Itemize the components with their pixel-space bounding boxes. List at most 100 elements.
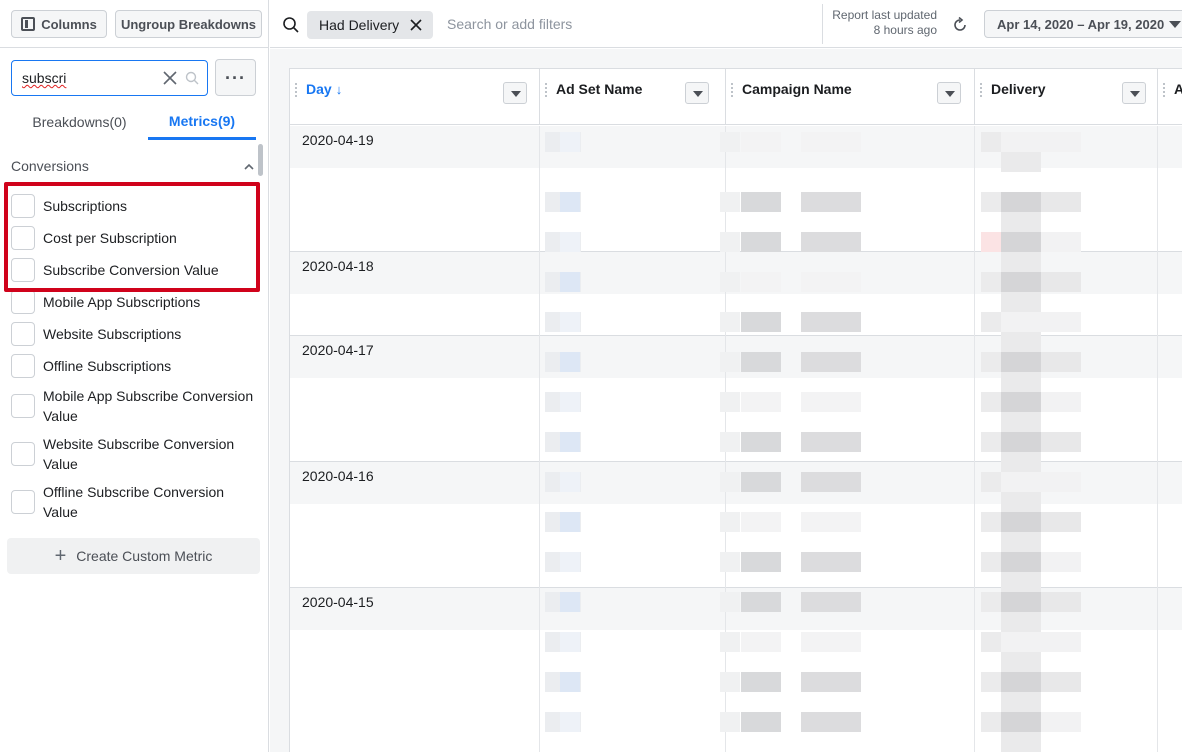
- search-icon: [185, 71, 199, 85]
- filter-search-input[interactable]: Search or add filters: [447, 16, 572, 32]
- blurred-block: [981, 432, 1001, 452]
- metric-item[interactable]: Website Subscribe Conversion Value: [11, 434, 256, 474]
- metric-item[interactable]: Subscriptions: [11, 194, 256, 218]
- metric-checkbox[interactable]: [11, 394, 35, 418]
- blurred-block: [741, 352, 781, 372]
- metric-checkbox[interactable]: [11, 322, 35, 346]
- blurred-block: [981, 192, 1001, 212]
- tab-breakdowns[interactable]: Breakdowns(0): [11, 104, 148, 140]
- blurred-block: [1001, 452, 1041, 472]
- drag-handle[interactable]: [1163, 83, 1165, 97]
- column-header-next[interactable]: A: [1158, 69, 1182, 125]
- blurred-block: [801, 232, 861, 252]
- metric-item[interactable]: Subscribe Conversion Value: [11, 258, 256, 282]
- column-header-ad-set-name[interactable]: Ad Set Name: [540, 69, 726, 125]
- metric-item[interactable]: Mobile App Subscriptions: [11, 290, 256, 314]
- blurred-block: [741, 132, 781, 152]
- column-menu-button[interactable]: [937, 82, 961, 104]
- blurred-block: [741, 552, 781, 572]
- blurred-block: [741, 392, 781, 412]
- blurred-block: [801, 192, 861, 212]
- blurred-block: [1001, 552, 1041, 572]
- metric-checkbox[interactable]: [11, 490, 35, 514]
- blurred-block: [1041, 312, 1081, 332]
- blurred-block: [560, 472, 580, 492]
- panel-scrollbar[interactable]: [258, 144, 263, 176]
- blurred-block: [720, 592, 740, 612]
- ungroup-label: Ungroup Breakdowns: [120, 16, 257, 32]
- columns-icon: [21, 17, 36, 31]
- metric-label: Offline Subscriptions: [43, 358, 172, 374]
- metric-item[interactable]: Offline Subscribe Conversion Value: [11, 482, 256, 522]
- blurred-block: [741, 432, 781, 452]
- metric-label: Subscriptions: [43, 198, 128, 214]
- metric-item[interactable]: Website Subscriptions: [11, 322, 256, 346]
- drag-handle[interactable]: [295, 83, 297, 97]
- close-icon[interactable]: [409, 18, 423, 32]
- drag-handle[interactable]: [731, 83, 733, 97]
- blurred-block: [1001, 312, 1041, 332]
- blurred-block: [1001, 732, 1041, 752]
- tab-metrics[interactable]: Metrics(9): [148, 104, 256, 140]
- metric-item[interactable]: Mobile App Subscribe Conversion Value: [11, 386, 256, 426]
- blurred-block: [560, 392, 580, 412]
- column-picker-panel: Columns Ungroup Breakdowns subscri ··· B…: [0, 0, 269, 752]
- column-header-day[interactable]: Day ↓: [290, 69, 540, 125]
- blurred-block: [1001, 472, 1041, 492]
- metric-checkbox[interactable]: [11, 258, 35, 282]
- column-menu-button[interactable]: [685, 82, 709, 104]
- column-header-day-label: Day ↓: [306, 81, 342, 97]
- blurred-block: [1001, 432, 1041, 452]
- blurred-block: [1001, 612, 1041, 632]
- column-menu-button[interactable]: [1122, 82, 1146, 104]
- filter-chip-had-delivery[interactable]: Had Delivery: [307, 11, 433, 39]
- day-cell: 2020-04-15: [302, 594, 374, 610]
- metric-checkbox[interactable]: [11, 226, 35, 250]
- metric-checkbox[interactable]: [11, 194, 35, 218]
- column-header-label: Campaign Name: [742, 81, 852, 97]
- blurred-block: [1001, 672, 1041, 692]
- blurred-block: [1001, 692, 1041, 712]
- column-menu-button[interactable]: [503, 82, 527, 104]
- blurred-block: [1001, 232, 1041, 252]
- blurred-block: [560, 432, 580, 452]
- drag-handle[interactable]: [545, 83, 547, 97]
- blurred-block: [720, 232, 740, 252]
- drag-handle[interactable]: [980, 83, 982, 97]
- more-icon[interactable]: ···: [215, 59, 256, 96]
- blurred-block: [1001, 492, 1041, 512]
- blurred-block: [801, 712, 861, 732]
- blurred-block: [560, 192, 580, 212]
- column-header-label: A: [1174, 81, 1182, 97]
- columns-button[interactable]: Columns: [11, 10, 107, 38]
- metric-item[interactable]: Cost per Subscription: [11, 226, 256, 250]
- blurred-block: [720, 552, 740, 572]
- blurred-block: [1041, 512, 1081, 532]
- blurred-block: [801, 352, 861, 372]
- metric-label: Website Subscriptions: [43, 326, 182, 342]
- blurred-block: [981, 592, 1001, 612]
- column-header-campaign-name[interactable]: Campaign Name: [726, 69, 975, 125]
- blurred-block: [560, 232, 580, 252]
- metric-item[interactable]: Offline Subscriptions: [11, 354, 256, 378]
- section-header-conversions[interactable]: Conversions: [11, 158, 256, 176]
- blurred-block: [1001, 572, 1041, 592]
- column-header-delivery[interactable]: Delivery: [975, 69, 1158, 125]
- clear-icon[interactable]: [161, 69, 179, 87]
- refresh-button[interactable]: [945, 11, 975, 39]
- blurred-block: [720, 392, 740, 412]
- metric-search-input[interactable]: subscri: [11, 60, 208, 96]
- create-custom-metric-button[interactable]: + Create Custom Metric: [7, 538, 260, 574]
- ungroup-breakdowns-button[interactable]: Ungroup Breakdowns: [115, 10, 262, 38]
- blurred-block: [741, 712, 781, 732]
- blurred-block: [1001, 212, 1041, 232]
- blurred-block: [741, 672, 781, 692]
- blurred-block: [560, 512, 580, 532]
- blurred-block: [981, 632, 1001, 652]
- blurred-block: [720, 712, 740, 732]
- date-range-picker[interactable]: Apr 14, 2020 – Apr 19, 2020: [984, 10, 1182, 38]
- chevron-up-icon[interactable]: [244, 162, 254, 172]
- metric-checkbox[interactable]: [11, 354, 35, 378]
- metric-checkbox[interactable]: [11, 290, 35, 314]
- metric-checkbox[interactable]: [11, 442, 35, 466]
